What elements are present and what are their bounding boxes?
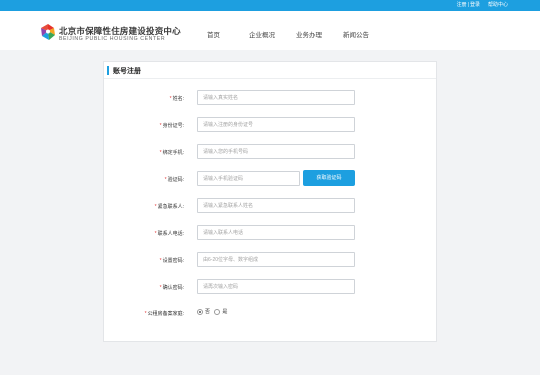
password-field[interactable] xyxy=(197,252,355,267)
emergency-contact-field[interactable] xyxy=(197,198,355,213)
name-field[interactable] xyxy=(197,90,355,105)
confirm-password-field[interactable] xyxy=(197,279,355,294)
card-header: 账号注册 xyxy=(104,62,436,79)
get-code-button[interactable]: 获取验证码 xyxy=(303,170,355,186)
logo-icon xyxy=(41,24,55,40)
page-title: 账号注册 xyxy=(113,68,141,75)
top-bar: 注册|登录 帮助中心 xyxy=(0,0,540,11)
name-label: *姓名: xyxy=(169,96,184,102)
confirm-password-label: *确认密码: xyxy=(159,285,184,291)
verify-code-field[interactable] xyxy=(197,171,300,186)
link-separator: | xyxy=(467,2,469,8)
public-rental-radio-group: 否 是 xyxy=(197,308,230,315)
verify-code-label: *验证码: xyxy=(164,177,184,183)
password-label: *设置密码: xyxy=(159,258,184,264)
radio-yes[interactable] xyxy=(214,308,221,315)
title-accent-bar xyxy=(107,66,109,75)
nav-home[interactable]: 首页 xyxy=(207,29,220,39)
id-number-field[interactable] xyxy=(197,117,355,132)
top-links: 注册|登录 帮助中心 xyxy=(457,1,508,10)
radio-no-label: 否 xyxy=(205,309,211,315)
logo-title-en: BEIJING PUBLIC HOUSING CENTER xyxy=(59,36,166,42)
contact-phone-label: *联系人电话: xyxy=(154,231,184,237)
nav-news[interactable]: 新闻公告 xyxy=(343,29,369,39)
nav-business[interactable]: 业务办理 xyxy=(296,29,322,39)
help-center-link[interactable]: 帮助中心 xyxy=(488,2,508,8)
nav-company-overview[interactable]: 企业概况 xyxy=(249,29,275,39)
phone-field[interactable] xyxy=(197,144,355,159)
register-link[interactable]: 注册 xyxy=(457,2,467,8)
site-header: 北京市保障性住房建设投资中心 BEIJING PUBLIC HOUSING CE… xyxy=(0,11,540,50)
login-link[interactable]: 登录 xyxy=(470,2,480,8)
radio-no[interactable] xyxy=(197,308,203,315)
public-rental-label: *公租房备案家庭: xyxy=(144,311,184,317)
phone-label: *绑定手机: xyxy=(159,150,184,156)
id-number-label: *身份证号: xyxy=(159,123,184,129)
emergency-contact-label: *紧急联系人: xyxy=(154,204,184,210)
contact-phone-field[interactable] xyxy=(197,225,355,240)
radio-yes-label: 是 xyxy=(222,309,228,315)
